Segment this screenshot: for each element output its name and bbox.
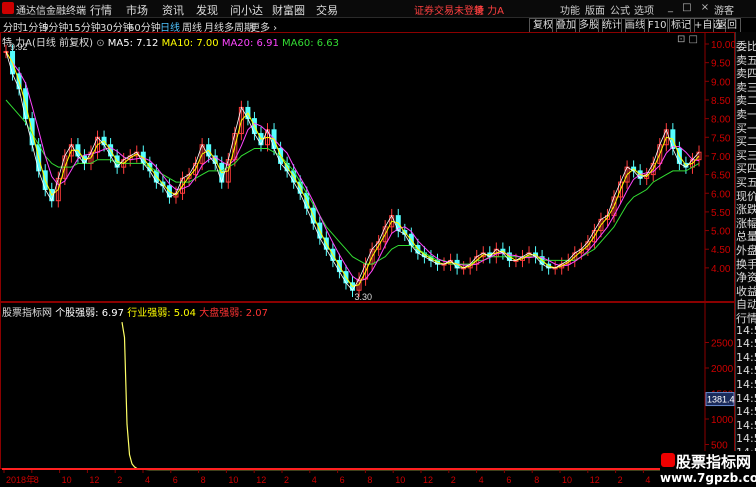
time-axis-label: 12 [423,475,433,485]
side-panel-label: 14:5 [736,350,756,364]
price-axis-label: 5.00 [711,227,731,238]
stock-strength: 个股强弱: 6.97 [55,308,125,319]
time-axis-label: 8 [34,475,39,485]
side-panel-label: 14:5 [736,432,756,446]
price-axis-label: 4.50 [711,245,731,256]
indicator-frame [0,302,735,469]
indicator-axis-label: 1000 [711,415,734,426]
industry-strength: 行业强弱: 5.04 [127,308,197,319]
time-axis-label: 10 [395,475,405,485]
ma5-line [5,51,700,291]
price-axis-label: 6.00 [711,189,731,200]
price-axis-label: 9.50 [711,59,731,70]
menu-exchange[interactable]: 市场 [126,2,148,18]
time-axis-label: 8 [201,475,206,485]
price-axis-label: 6.50 [711,171,731,182]
menu-options[interactable]: 选项 [634,2,654,17]
price-axis-label: 8.00 [711,115,731,126]
menu-layout[interactable]: 版面 [585,2,605,17]
time-axis-label: 10 [62,475,72,485]
app-logo-icon [2,2,14,14]
watermark-url: www.7gpzb.com [660,471,756,485]
watermark-title: 股票指标网 [676,453,752,471]
stock-strength-line [121,322,705,471]
time-axis-label: 4 [312,475,317,485]
ma5-value: MA5: 7.12 [107,38,159,49]
price-header: 特 力A(日线 前复权) ⊙ MA5: 7.12 MA10: 7.00 MA20… [2,34,339,49]
indicator-header: 股票指标网 个股强弱: 6.97 行业强弱: 5.04 大盘强弱: 2.07 [2,304,268,319]
indicator-axis-label: 2500 [711,339,734,350]
time-axis-label: 10 [228,475,238,485]
time-axis-label: 2 [284,475,289,485]
price-axis-label: 4.00 [711,264,731,275]
indicator-axis-label: 2000 [711,364,734,375]
side-panel-label: 14:5 [736,378,756,391]
menu-news[interactable]: 资讯 [162,2,184,18]
indicator-name[interactable]: 股票指标网 [2,308,52,319]
price-axis-label: 7.50 [711,133,731,144]
indicator-chart[interactable]: 25002000150010005001381.422018年810122468… [0,302,735,487]
menu-market[interactable]: 行情 [90,2,112,18]
time-axis-label: 2 [451,475,456,485]
low-price-label: 3.30 [355,292,373,302]
time-axis-label: 12 [590,475,600,485]
menu-ask[interactable]: 问小达 [230,2,263,18]
menu-formula[interactable]: 公式 [610,2,630,17]
market-strength: 大盘强弱: 2.07 [199,308,269,319]
side-panel-label: 14:5 [736,364,756,378]
time-axis-label: 12 [89,475,99,485]
side-panel-label: 14:5 [736,418,756,432]
side-panel-label: 14:5 [736,405,756,419]
indicator-axis-label: 500 [711,441,728,452]
time-axis-label: 6 [173,475,178,485]
time-axis-label: 6 [506,475,511,485]
ma20-value: MA20: 6.91 [221,38,279,49]
time-axis-label: 2 [618,475,623,485]
window-controls[interactable]: _ □ × [668,2,712,13]
time-axis-label: 4 [479,475,484,485]
menu-function[interactable]: 功能 [560,2,580,17]
price-axis-label: 10.00 [711,40,735,51]
time-axis-label: 8 [367,475,372,485]
time-axis-label: 12 [256,475,266,485]
side-panel-label: 14:5 [736,391,756,405]
price-chart-frame [0,32,735,302]
time-axis-label: 2018年 [6,474,35,485]
ma60-line [5,99,700,265]
time-axis-label: 6 [340,475,345,485]
menu-trade[interactable]: 交易 [316,2,338,18]
ma60-value: MA60: 6.63 [282,38,340,49]
toolbar-button[interactable]: 返回 [713,18,741,33]
time-axis-label: 4 [645,475,650,485]
ma10-line [5,51,700,288]
price-chart[interactable]: 10.00 9.50 9.00 8.50 8.00 7.50 7.00 6.50 6.00 5.5… [0,32,735,302]
time-axis-label: 4 [145,475,150,485]
indicator-value-label: 1381.42 [707,395,735,405]
price-axis-label: 8.50 [711,96,731,107]
side-panel-label: 14:5 [736,323,756,337]
stock-period-label: 特 力A(日线 前复权) [2,38,94,49]
ma10-value: MA10: 7.00 [161,38,219,49]
app-title: 通达信金融终端 [16,6,86,17]
side-panel-label: 14:5 [736,337,756,351]
price-axis-label: 7.00 [711,152,731,163]
guest-label[interactable]: 游客 [714,2,734,17]
time-axis-label: 8 [534,475,539,485]
menu-wealth[interactable]: 财富圈 [272,2,305,18]
current-stock-name: 特 力A [474,6,505,17]
chart-window-icons[interactable]: ⊡ □ [677,34,698,45]
time-axis-label: 2 [117,475,122,485]
price-axis-label: 9.00 [711,77,731,88]
menu-discover[interactable]: 发现 [196,2,218,18]
watermark-logo-icon [661,453,675,467]
ma20-line [5,51,700,282]
settings-icon[interactable]: ⊙ [96,38,108,49]
price-axis-label: 5.50 [711,208,731,219]
time-axis-label: 10 [562,475,572,485]
